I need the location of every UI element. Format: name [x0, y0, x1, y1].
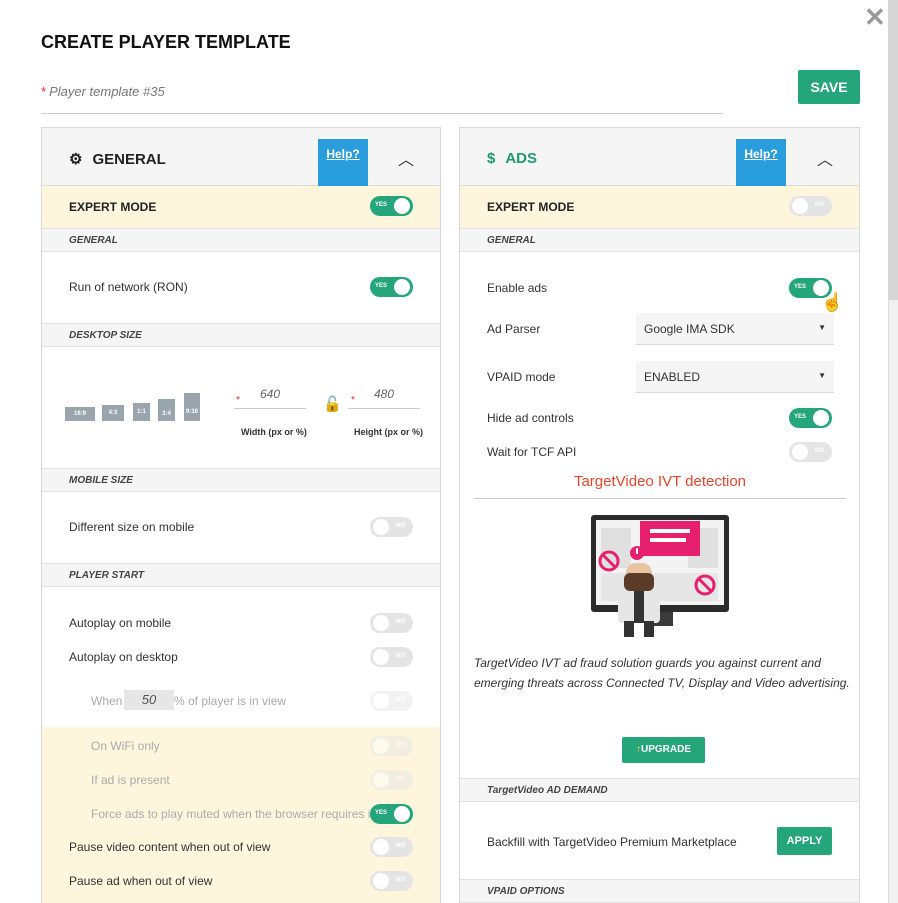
- width-input[interactable]: 640: [234, 387, 306, 409]
- desktop-size-row: 16:9 4:3 1:1 3:4 9:16 * 640 Width (px or…: [42, 347, 440, 471]
- section-mobile-size: MOBILE SIZE: [42, 468, 440, 492]
- ratio-9-16[interactable]: 9:16: [184, 393, 200, 421]
- force-muted-label: Force ads to play muted when the browser…: [91, 807, 374, 821]
- expert-mode-row: EXPERT MODE NO: [460, 186, 859, 228]
- wait-tcf-label: Wait for TCF API: [487, 445, 577, 459]
- autoplay-conditions: On WiFi only NO If ad is present NO Forc…: [42, 727, 440, 831]
- ads-panel-header[interactable]: $ ADS Help? ︿: [460, 128, 859, 186]
- wait-tcf-toggle[interactable]: NO: [789, 442, 832, 462]
- ivt-description: TargetVideo IVT ad fraud solution guards…: [474, 656, 850, 690]
- template-name-placeholder: Player template #35: [49, 84, 165, 99]
- height-caption: Height (px or %): [354, 427, 423, 437]
- player-start-rows: Autoplay on mobile NO Autoplay on deskto…: [42, 587, 440, 727]
- hand-cursor-icon: ☝: [821, 292, 844, 312]
- caret-down-icon: ▼: [818, 371, 826, 380]
- modal-title: CREATE PLAYER TEMPLATE: [41, 32, 291, 52]
- apply-button[interactable]: APPLY: [777, 827, 832, 855]
- hide-controls-label: Hide ad controls: [487, 411, 574, 425]
- expert-mode-toggle[interactable]: YES: [370, 196, 413, 216]
- ivt-illustration: [591, 515, 729, 637]
- wifi-only-label: On WiFi only: [91, 739, 160, 753]
- close-icon[interactable]: ✕: [864, 2, 886, 33]
- ron-row: Run of network (RON) YES: [42, 252, 440, 324]
- general-panel: ⚙ GENERAL Help? ︿ EXPERT MODE YES GENERAL…: [41, 127, 441, 903]
- hide-controls-toggle[interactable]: YES: [789, 408, 832, 428]
- vpaid-mode-select[interactable]: ENABLED ▼: [636, 361, 834, 393]
- expert-mode-row: EXPERT MODE YES: [42, 186, 440, 228]
- panel-title: $ ADS: [487, 150, 538, 167]
- vpaid-mode-label: VPAID mode: [487, 370, 556, 384]
- dollar-icon: $: [487, 150, 496, 167]
- help-button[interactable]: Help?: [736, 139, 786, 186]
- section-general: GENERAL: [42, 228, 440, 252]
- ad-present-toggle[interactable]: NO: [370, 770, 413, 790]
- gear-icon: ⚙: [69, 151, 83, 168]
- ad-parser-select[interactable]: Google IMA SDK ▼: [636, 313, 834, 345]
- view-percent-toggle[interactable]: NO: [370, 691, 413, 711]
- pause-ad-label: Pause ad when out of view: [69, 874, 213, 888]
- section-vpaid-options: VPAID OPTIONS: [460, 879, 859, 903]
- chevron-up-icon[interactable]: ︿: [398, 146, 414, 170]
- general-panel-header[interactable]: ⚙ GENERAL Help? ︿: [42, 128, 440, 186]
- view-percent-input[interactable]: 50: [124, 690, 174, 710]
- width-caption: Width (px or %): [241, 427, 307, 437]
- ad-present-label: If ad is present: [91, 773, 170, 787]
- ron-toggle[interactable]: YES: [370, 277, 413, 297]
- pause-video-label: Pause video content when out of view: [69, 840, 271, 854]
- mobile-size-toggle[interactable]: NO: [370, 517, 413, 537]
- save-button[interactable]: SAVE: [798, 70, 860, 104]
- autoplay-desktop-toggle[interactable]: NO: [370, 647, 413, 667]
- expert-mode-label: EXPERT MODE: [487, 200, 575, 214]
- backfill-label: Backfill with TargetVideo Premium Market…: [487, 835, 737, 849]
- section-general: GENERAL: [460, 228, 859, 252]
- autoplay-mobile-label: Autoplay on mobile: [69, 616, 172, 630]
- panel-title: ⚙ GENERAL: [69, 151, 166, 168]
- ad-parser-label: Ad Parser: [487, 322, 541, 336]
- ratio-3-4[interactable]: 3:4: [158, 399, 175, 421]
- height-input[interactable]: 480: [348, 387, 420, 409]
- pause-ad-toggle[interactable]: NO: [370, 871, 413, 891]
- enable-ads-label: Enable ads: [487, 281, 548, 295]
- ads-panel: $ ADS Help? ︿ EXPERT MODE NO GENERAL Enab…: [459, 127, 860, 903]
- mobile-size-label: Different size on mobile: [69, 520, 195, 534]
- ratio-1-1[interactable]: 1:1: [133, 403, 150, 421]
- autoplay-mobile-toggle[interactable]: NO: [370, 613, 413, 633]
- upgrade-button[interactable]: ↑UPGRADE: [622, 737, 705, 763]
- ratio-4-3[interactable]: 4:3: [102, 405, 124, 421]
- pause-video-toggle[interactable]: NO: [370, 837, 413, 857]
- section-ad-demand: TargetVideo AD DEMAND: [460, 778, 859, 802]
- section-desktop-size: DESKTOP SIZE: [42, 323, 440, 347]
- chevron-up-icon[interactable]: ︿: [817, 146, 833, 170]
- lock-open-icon[interactable]: 🔓: [323, 395, 342, 413]
- page-scrollbar-thumb[interactable]: [888, 0, 898, 300]
- caret-down-icon: ▼: [818, 323, 826, 332]
- force-muted-toggle[interactable]: YES: [370, 804, 413, 824]
- mobile-size-row: Different size on mobile NO: [42, 492, 440, 563]
- ron-label: Run of network (RON): [69, 280, 188, 294]
- help-button[interactable]: Help?: [318, 139, 368, 186]
- ivt-title: TargetVideo IVT detection: [474, 473, 846, 499]
- autoplay-desktop-label: Autoplay on desktop: [69, 650, 178, 664]
- template-name-field[interactable]: * Player template #35: [41, 84, 723, 114]
- expert-mode-label: EXPERT MODE: [69, 200, 157, 214]
- required-mark: *: [41, 84, 47, 99]
- ratio-16-9[interactable]: 16:9: [65, 407, 95, 421]
- expert-mode-toggle[interactable]: NO: [789, 196, 832, 216]
- pause-rows: Pause video content when out of view NO …: [42, 831, 440, 903]
- wifi-only-toggle[interactable]: NO: [370, 736, 413, 756]
- section-player-start: PLAYER START: [42, 563, 440, 587]
- when-suffix: % of player is in view: [174, 694, 287, 708]
- when-prefix: When: [91, 694, 123, 708]
